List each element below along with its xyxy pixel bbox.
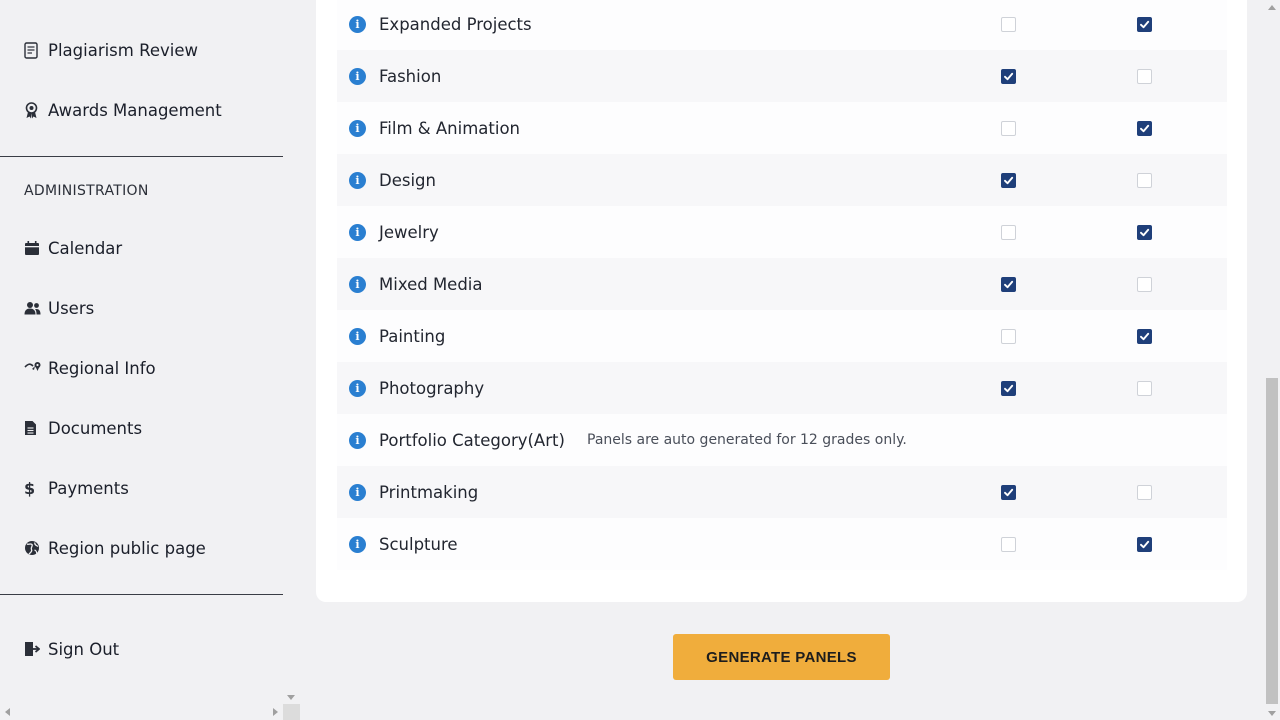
category-row: i Mixed Media (337, 258, 1227, 310)
category-name: Expanded Projects (379, 14, 532, 34)
info-icon[interactable]: i (349, 275, 366, 293)
page-vertical-scrollbar[interactable] (1264, 0, 1280, 720)
section-title-administration: ADMINISTRATION (24, 183, 149, 199)
nav-item-label: Regional Info (48, 358, 156, 378)
nav-item-payments[interactable]: $ Payments (24, 473, 129, 503)
scroll-up-arrow-icon[interactable] (1268, 5, 1276, 10)
nav-item-documents[interactable]: Documents (24, 413, 142, 443)
column-1-checkbox[interactable] (1001, 172, 1016, 188)
scroll-down-arrow-icon[interactable] (287, 695, 295, 700)
category-name: Jewelry (379, 222, 439, 242)
category-row: i Photography (337, 362, 1227, 414)
column-1-checkbox[interactable] (1001, 536, 1016, 552)
category-name: Photography (379, 378, 485, 398)
nav-item-plagiarism-review[interactable]: Plagiarism Review (24, 35, 198, 65)
column-2-checkbox[interactable] (1137, 120, 1152, 136)
dollar-icon: $ (24, 478, 36, 498)
sidebar-divider (0, 156, 283, 157)
category-row: i Fashion (337, 50, 1227, 102)
info-icon[interactable]: i (349, 15, 366, 33)
column-2-checkbox[interactable] (1137, 328, 1152, 344)
nav-item-label: Region public page (48, 538, 206, 558)
sidebar-divider (0, 594, 283, 595)
column-2-checkbox[interactable] (1137, 276, 1152, 292)
category-name: Sculpture (379, 534, 458, 554)
category-name: Portfolio Category(Art) (379, 430, 565, 450)
column-1-checkbox[interactable] (1001, 68, 1016, 84)
column-2-checkbox[interactable] (1137, 484, 1152, 500)
category-row: i Sculpture (337, 518, 1227, 570)
column-1-checkbox[interactable] (1001, 328, 1016, 344)
sidebar-horizontal-scrollbar[interactable] (0, 704, 283, 720)
sign-out-icon (24, 641, 48, 657)
info-icon[interactable]: i (349, 535, 366, 553)
document-check-icon (24, 41, 48, 59)
generate-panels-button[interactable]: GENERATE PANELS (673, 634, 890, 680)
info-icon[interactable]: i (349, 327, 366, 345)
sidebar-content: Plagiarism Review Awards Management ADMI… (0, 0, 283, 704)
column-1-checkbox[interactable] (1001, 120, 1016, 136)
column-1-checkbox[interactable] (1001, 224, 1016, 240)
category-name: Mixed Media (379, 274, 483, 294)
award-ribbon-icon (24, 101, 48, 119)
column-2-checkbox[interactable] (1137, 16, 1152, 32)
nav-item-label: Awards Management (48, 100, 222, 120)
category-name: Fashion (379, 66, 442, 86)
category-row: i Printmaking (337, 466, 1227, 518)
info-icon[interactable]: i (349, 119, 366, 137)
nav-item-regional-info[interactable]: Regional Info (24, 353, 156, 383)
info-icon[interactable]: i (349, 379, 366, 397)
column-2-checkbox[interactable] (1137, 224, 1152, 240)
info-icon[interactable]: i (349, 67, 366, 85)
info-icon[interactable]: i (349, 431, 366, 449)
nav-item-label: Plagiarism Review (48, 40, 198, 60)
column-1-checkbox[interactable] (1001, 16, 1016, 32)
info-icon[interactable]: i (349, 483, 366, 501)
scrollbar-thumb[interactable] (1266, 378, 1278, 704)
column-2-checkbox[interactable] (1137, 536, 1152, 552)
category-name: Printmaking (379, 482, 479, 502)
column-2-checkbox[interactable] (1137, 68, 1152, 84)
category-row: i Portfolio Category(Art) Panels are auto … (337, 414, 1227, 466)
nav-item-label: Payments (48, 478, 129, 498)
scroll-left-arrow-icon[interactable] (5, 708, 10, 716)
nav-item-label: Users (48, 298, 95, 318)
users-icon (24, 301, 48, 315)
column-2-checkbox[interactable] (1137, 380, 1152, 396)
info-icon[interactable]: i (349, 223, 366, 241)
main-content: i Expanded Projects i Fashion i Film & Animat… (300, 0, 1264, 720)
nav-item-label: Calendar (48, 238, 123, 258)
nav-item-users[interactable]: Users (24, 293, 94, 323)
map-pin-icon (24, 361, 48, 375)
column-1-checkbox[interactable] (1001, 484, 1016, 500)
category-name: Film & Animation (379, 118, 521, 138)
sidebar: Plagiarism Review Awards Management ADMI… (0, 0, 300, 720)
nav-item-region-public-page[interactable]: Region public page (24, 533, 206, 563)
category-name: Painting (379, 326, 446, 346)
category-row: i Expanded Projects (337, 0, 1227, 50)
nav-item-calendar[interactable]: Calendar (24, 233, 122, 263)
document-icon (24, 420, 48, 436)
category-name: Design (379, 170, 436, 190)
nav-item-sign-out[interactable]: Sign Out (24, 634, 119, 664)
info-icon[interactable]: i (349, 171, 366, 189)
category-row: i Painting (337, 310, 1227, 362)
column-1-checkbox[interactable] (1001, 380, 1016, 396)
calendar-icon (24, 240, 48, 256)
category-row: i Jewelry (337, 206, 1227, 258)
category-row: i Film & Animation (337, 102, 1227, 154)
sidebar-vertical-scrollbar[interactable] (283, 0, 300, 704)
scroll-down-arrow-icon[interactable] (1268, 711, 1276, 716)
scrollbar-corner (283, 704, 300, 720)
nav-item-awards-management[interactable]: Awards Management (24, 95, 222, 125)
category-note: Panels are auto generated for 12 grades … (587, 432, 907, 448)
nav-item-label: Documents (48, 418, 143, 438)
scroll-right-arrow-icon[interactable] (273, 708, 278, 716)
nav-item-label: Sign Out (48, 639, 120, 659)
category-row: i Design (337, 154, 1227, 206)
globe-icon (24, 540, 48, 556)
column-2-checkbox[interactable] (1137, 172, 1152, 188)
column-1-checkbox[interactable] (1001, 276, 1016, 292)
